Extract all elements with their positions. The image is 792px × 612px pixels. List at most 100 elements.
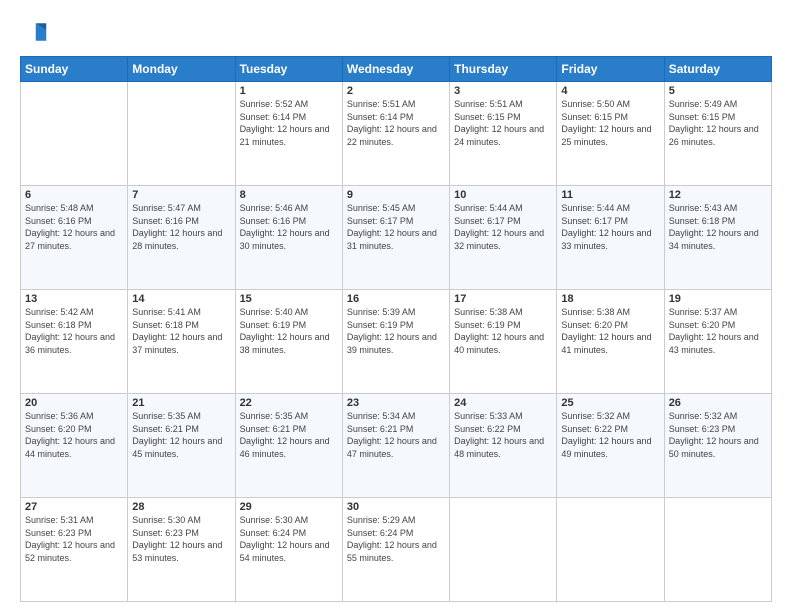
day-number: 30: [347, 501, 445, 513]
calendar-cell: [557, 498, 664, 602]
calendar-cell: 26Sunrise: 5:32 AM Sunset: 6:23 PM Dayli…: [664, 394, 771, 498]
day-info: Sunrise: 5:50 AM Sunset: 6:15 PM Dayligh…: [561, 98, 659, 148]
weekday-header-monday: Monday: [128, 57, 235, 82]
day-number: 21: [132, 397, 230, 409]
day-info: Sunrise: 5:30 AM Sunset: 6:24 PM Dayligh…: [240, 514, 338, 564]
day-info: Sunrise: 5:41 AM Sunset: 6:18 PM Dayligh…: [132, 306, 230, 356]
calendar-cell: 18Sunrise: 5:38 AM Sunset: 6:20 PM Dayli…: [557, 290, 664, 394]
logo-icon: [20, 18, 48, 46]
calendar-cell: [450, 498, 557, 602]
day-info: Sunrise: 5:36 AM Sunset: 6:20 PM Dayligh…: [25, 410, 123, 460]
day-info: Sunrise: 5:33 AM Sunset: 6:22 PM Dayligh…: [454, 410, 552, 460]
logo: [20, 18, 52, 46]
calendar-cell: 5Sunrise: 5:49 AM Sunset: 6:15 PM Daylig…: [664, 82, 771, 186]
calendar-cell: 22Sunrise: 5:35 AM Sunset: 6:21 PM Dayli…: [235, 394, 342, 498]
calendar-cell: 20Sunrise: 5:36 AM Sunset: 6:20 PM Dayli…: [21, 394, 128, 498]
day-number: 19: [669, 293, 767, 305]
day-info: Sunrise: 5:51 AM Sunset: 6:15 PM Dayligh…: [454, 98, 552, 148]
calendar-cell: 15Sunrise: 5:40 AM Sunset: 6:19 PM Dayli…: [235, 290, 342, 394]
day-number: 13: [25, 293, 123, 305]
day-number: 6: [25, 189, 123, 201]
calendar-cell: 13Sunrise: 5:42 AM Sunset: 6:18 PM Dayli…: [21, 290, 128, 394]
day-number: 23: [347, 397, 445, 409]
day-number: 29: [240, 501, 338, 513]
day-info: Sunrise: 5:49 AM Sunset: 6:15 PM Dayligh…: [669, 98, 767, 148]
day-number: 2: [347, 85, 445, 97]
weekday-header-tuesday: Tuesday: [235, 57, 342, 82]
day-info: Sunrise: 5:48 AM Sunset: 6:16 PM Dayligh…: [25, 202, 123, 252]
day-info: Sunrise: 5:47 AM Sunset: 6:16 PM Dayligh…: [132, 202, 230, 252]
day-number: 27: [25, 501, 123, 513]
calendar-cell: 8Sunrise: 5:46 AM Sunset: 6:16 PM Daylig…: [235, 186, 342, 290]
calendar-cell: 7Sunrise: 5:47 AM Sunset: 6:16 PM Daylig…: [128, 186, 235, 290]
week-row-1: 6Sunrise: 5:48 AM Sunset: 6:16 PM Daylig…: [21, 186, 772, 290]
day-number: 15: [240, 293, 338, 305]
calendar-cell: 27Sunrise: 5:31 AM Sunset: 6:23 PM Dayli…: [21, 498, 128, 602]
day-number: 18: [561, 293, 659, 305]
day-number: 20: [25, 397, 123, 409]
day-info: Sunrise: 5:43 AM Sunset: 6:18 PM Dayligh…: [669, 202, 767, 252]
day-info: Sunrise: 5:45 AM Sunset: 6:17 PM Dayligh…: [347, 202, 445, 252]
day-number: 14: [132, 293, 230, 305]
day-info: Sunrise: 5:31 AM Sunset: 6:23 PM Dayligh…: [25, 514, 123, 564]
day-info: Sunrise: 5:44 AM Sunset: 6:17 PM Dayligh…: [561, 202, 659, 252]
day-number: 26: [669, 397, 767, 409]
day-info: Sunrise: 5:38 AM Sunset: 6:19 PM Dayligh…: [454, 306, 552, 356]
day-info: Sunrise: 5:44 AM Sunset: 6:17 PM Dayligh…: [454, 202, 552, 252]
day-number: 25: [561, 397, 659, 409]
day-info: Sunrise: 5:52 AM Sunset: 6:14 PM Dayligh…: [240, 98, 338, 148]
calendar-table: SundayMondayTuesdayWednesdayThursdayFrid…: [20, 56, 772, 602]
page: SundayMondayTuesdayWednesdayThursdayFrid…: [0, 0, 792, 612]
header: [20, 18, 772, 46]
calendar-cell: 19Sunrise: 5:37 AM Sunset: 6:20 PM Dayli…: [664, 290, 771, 394]
day-number: 7: [132, 189, 230, 201]
day-info: Sunrise: 5:34 AM Sunset: 6:21 PM Dayligh…: [347, 410, 445, 460]
day-number: 22: [240, 397, 338, 409]
day-info: Sunrise: 5:39 AM Sunset: 6:19 PM Dayligh…: [347, 306, 445, 356]
calendar-cell: 29Sunrise: 5:30 AM Sunset: 6:24 PM Dayli…: [235, 498, 342, 602]
weekday-header-sunday: Sunday: [21, 57, 128, 82]
day-info: Sunrise: 5:35 AM Sunset: 6:21 PM Dayligh…: [240, 410, 338, 460]
weekday-header-friday: Friday: [557, 57, 664, 82]
day-info: Sunrise: 5:32 AM Sunset: 6:23 PM Dayligh…: [669, 410, 767, 460]
calendar-cell: 2Sunrise: 5:51 AM Sunset: 6:14 PM Daylig…: [342, 82, 449, 186]
calendar-cell: 3Sunrise: 5:51 AM Sunset: 6:15 PM Daylig…: [450, 82, 557, 186]
calendar-cell: 1Sunrise: 5:52 AM Sunset: 6:14 PM Daylig…: [235, 82, 342, 186]
week-row-4: 27Sunrise: 5:31 AM Sunset: 6:23 PM Dayli…: [21, 498, 772, 602]
day-number: 3: [454, 85, 552, 97]
calendar-cell: [21, 82, 128, 186]
day-info: Sunrise: 5:46 AM Sunset: 6:16 PM Dayligh…: [240, 202, 338, 252]
day-number: 9: [347, 189, 445, 201]
day-info: Sunrise: 5:40 AM Sunset: 6:19 PM Dayligh…: [240, 306, 338, 356]
day-number: 24: [454, 397, 552, 409]
week-row-3: 20Sunrise: 5:36 AM Sunset: 6:20 PM Dayli…: [21, 394, 772, 498]
weekday-header-saturday: Saturday: [664, 57, 771, 82]
calendar-cell: 24Sunrise: 5:33 AM Sunset: 6:22 PM Dayli…: [450, 394, 557, 498]
calendar-cell: 28Sunrise: 5:30 AM Sunset: 6:23 PM Dayli…: [128, 498, 235, 602]
week-row-0: 1Sunrise: 5:52 AM Sunset: 6:14 PM Daylig…: [21, 82, 772, 186]
day-number: 1: [240, 85, 338, 97]
day-info: Sunrise: 5:29 AM Sunset: 6:24 PM Dayligh…: [347, 514, 445, 564]
calendar-cell: 17Sunrise: 5:38 AM Sunset: 6:19 PM Dayli…: [450, 290, 557, 394]
day-number: 28: [132, 501, 230, 513]
calendar-cell: 25Sunrise: 5:32 AM Sunset: 6:22 PM Dayli…: [557, 394, 664, 498]
day-number: 4: [561, 85, 659, 97]
calendar-cell: 4Sunrise: 5:50 AM Sunset: 6:15 PM Daylig…: [557, 82, 664, 186]
weekday-header-wednesday: Wednesday: [342, 57, 449, 82]
day-info: Sunrise: 5:51 AM Sunset: 6:14 PM Dayligh…: [347, 98, 445, 148]
calendar-cell: 16Sunrise: 5:39 AM Sunset: 6:19 PM Dayli…: [342, 290, 449, 394]
day-info: Sunrise: 5:37 AM Sunset: 6:20 PM Dayligh…: [669, 306, 767, 356]
calendar-cell: 23Sunrise: 5:34 AM Sunset: 6:21 PM Dayli…: [342, 394, 449, 498]
weekday-header-thursday: Thursday: [450, 57, 557, 82]
calendar-cell: [664, 498, 771, 602]
day-info: Sunrise: 5:42 AM Sunset: 6:18 PM Dayligh…: [25, 306, 123, 356]
weekday-header-row: SundayMondayTuesdayWednesdayThursdayFrid…: [21, 57, 772, 82]
day-number: 16: [347, 293, 445, 305]
day-number: 11: [561, 189, 659, 201]
week-row-2: 13Sunrise: 5:42 AM Sunset: 6:18 PM Dayli…: [21, 290, 772, 394]
calendar-cell: 14Sunrise: 5:41 AM Sunset: 6:18 PM Dayli…: [128, 290, 235, 394]
calendar-cell: 9Sunrise: 5:45 AM Sunset: 6:17 PM Daylig…: [342, 186, 449, 290]
day-info: Sunrise: 5:30 AM Sunset: 6:23 PM Dayligh…: [132, 514, 230, 564]
day-info: Sunrise: 5:32 AM Sunset: 6:22 PM Dayligh…: [561, 410, 659, 460]
calendar-cell: [128, 82, 235, 186]
